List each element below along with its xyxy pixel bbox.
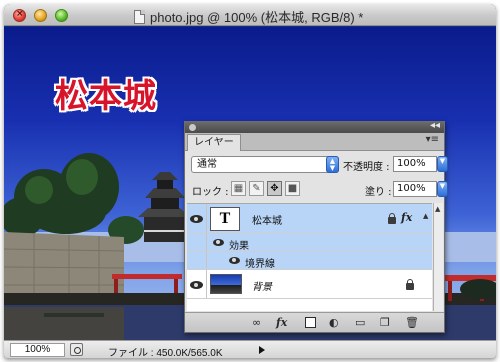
opacity-label: 不透明度 : bbox=[343, 162, 390, 173]
fx-icon[interactable]: fx bbox=[401, 211, 412, 224]
link-icon[interactable]: ∞ bbox=[252, 316, 261, 329]
status-menu-arrow-icon[interactable] bbox=[257, 343, 267, 356]
lock-image-pixels-icon[interactable]: ✎ bbox=[249, 181, 264, 196]
effects-row[interactable]: 効果 bbox=[187, 234, 432, 252]
lock-icon bbox=[388, 213, 396, 224]
scroll-up-icon[interactable]: ▲ bbox=[435, 205, 440, 213]
lock-transparency-icon[interactable]: ▦ bbox=[231, 181, 246, 196]
close-icon: × bbox=[16, 9, 24, 19]
layer-list-scrollbar[interactable]: ▲ bbox=[433, 203, 443, 311]
panel-bottom-toolbar: ∞ fx ◐ ▭ ❐ 🗑 bbox=[185, 312, 444, 332]
navigator-button[interactable] bbox=[70, 343, 83, 356]
fill-label: 塗り : bbox=[365, 187, 392, 198]
visibility-toggle[interactable] bbox=[187, 204, 207, 233]
effect-stroke-label: 境界線 bbox=[245, 259, 275, 270]
minimize-window-button[interactable] bbox=[34, 9, 47, 22]
castle-illustration bbox=[138, 172, 190, 242]
opacity-dropdown-icon[interactable]: ▼ bbox=[437, 156, 448, 172]
visibility-toggle[interactable] bbox=[187, 270, 207, 298]
layer-row-background[interactable]: 背景 bbox=[187, 270, 432, 299]
opacity-value: 100% bbox=[397, 158, 426, 169]
lock-position-icon[interactable]: ✥ bbox=[267, 181, 282, 196]
file-size-info: ファイル : 450.0K/565.0K bbox=[108, 348, 223, 358]
trash-icon[interactable]: 🗑 bbox=[405, 316, 419, 329]
fill-dropdown-icon[interactable]: ▼ bbox=[437, 181, 448, 197]
background-layer-thumbnail bbox=[210, 274, 242, 294]
adjustment-icon[interactable]: ◐ bbox=[329, 316, 339, 329]
blend-opacity-row: 通常 ▲ ▼ 不透明度 : 100% ▼ bbox=[191, 156, 448, 174]
document-window: × photo.jpg @ 100% (松本城, RGB/8) * 松本城 ◂◂… bbox=[4, 4, 496, 358]
layers-panel: ◂◂ レイヤー ▾≡ 通常 ▲ ▼ 不透明度 : 100% ▼ ロック : ▦ ✎… bbox=[184, 120, 448, 333]
status-bar: 100% ファイル : 450.0K/565.0K bbox=[4, 340, 496, 358]
castle-title-text: 松本城 bbox=[55, 76, 157, 115]
layer-name[interactable]: 松本城 bbox=[252, 212, 282, 227]
panel-tab-row: レイヤー ▾≡ bbox=[185, 133, 444, 151]
tab-layers[interactable]: レイヤー bbox=[187, 134, 241, 151]
effect-stroke-row[interactable]: 境界線 bbox=[187, 252, 432, 270]
window-title: photo.jpg @ 100% (松本城, RGB/8) * bbox=[150, 10, 364, 25]
eye-icon bbox=[190, 215, 203, 223]
panel-menu-icon[interactable]: ▾≡ bbox=[426, 134, 439, 145]
panel-close-icon[interactable] bbox=[189, 124, 196, 131]
opacity-field[interactable]: 100% ▼ bbox=[393, 156, 448, 172]
blend-mode-value: 通常 bbox=[197, 159, 217, 170]
window-title-group: photo.jpg @ 100% (松本城, RGB/8) * bbox=[134, 7, 363, 26]
close-window-button[interactable]: × bbox=[13, 9, 26, 22]
lock-fill-row: ロック : ▦ ✎ ✥ ■ 塗り : 100% ▼ bbox=[191, 181, 448, 199]
eye-icon[interactable] bbox=[229, 257, 240, 264]
stroke-visibility-cell bbox=[187, 252, 207, 269]
lock-icon bbox=[406, 279, 414, 290]
layer-list: T 松本城 fx ▲ 効果 境界線 背景 bbox=[187, 203, 432, 311]
select-arrows-icon: ▲ ▼ bbox=[326, 156, 339, 173]
lock-label: ロック : bbox=[192, 187, 229, 198]
expand-effects-icon[interactable]: ▲ bbox=[423, 212, 428, 220]
layer-name[interactable]: 背景 bbox=[252, 278, 272, 293]
lock-all-icon[interactable]: ■ bbox=[285, 181, 300, 196]
fill-value: 100% bbox=[397, 183, 426, 194]
panel-collapse-icon[interactable]: ◂◂ bbox=[430, 120, 440, 131]
fx-icon[interactable]: fx bbox=[276, 316, 287, 329]
eye-icon[interactable] bbox=[213, 239, 224, 246]
group-folder-icon[interactable]: ▭ bbox=[355, 316, 365, 329]
blend-mode-select[interactable]: 通常 ▲ ▼ bbox=[191, 156, 339, 173]
document-icon bbox=[134, 9, 145, 24]
zoom-window-button[interactable] bbox=[55, 9, 68, 22]
text-layer-thumbnail: T bbox=[210, 207, 240, 231]
effects-visibility-cell bbox=[187, 234, 207, 251]
effects-label: 効果 bbox=[229, 241, 249, 252]
eye-icon bbox=[190, 281, 203, 289]
new-layer-icon[interactable]: ❐ bbox=[380, 316, 390, 329]
zoom-field[interactable]: 100% bbox=[10, 343, 65, 357]
panel-titlebar[interactable]: ◂◂ bbox=[185, 120, 444, 133]
window-titlebar[interactable]: × photo.jpg @ 100% (松本城, RGB/8) * bbox=[4, 4, 496, 26]
fill-field[interactable]: 100% ▼ bbox=[393, 181, 448, 197]
mask-icon[interactable] bbox=[305, 317, 316, 328]
layer-row-text[interactable]: T 松本城 fx ▲ bbox=[187, 204, 432, 234]
